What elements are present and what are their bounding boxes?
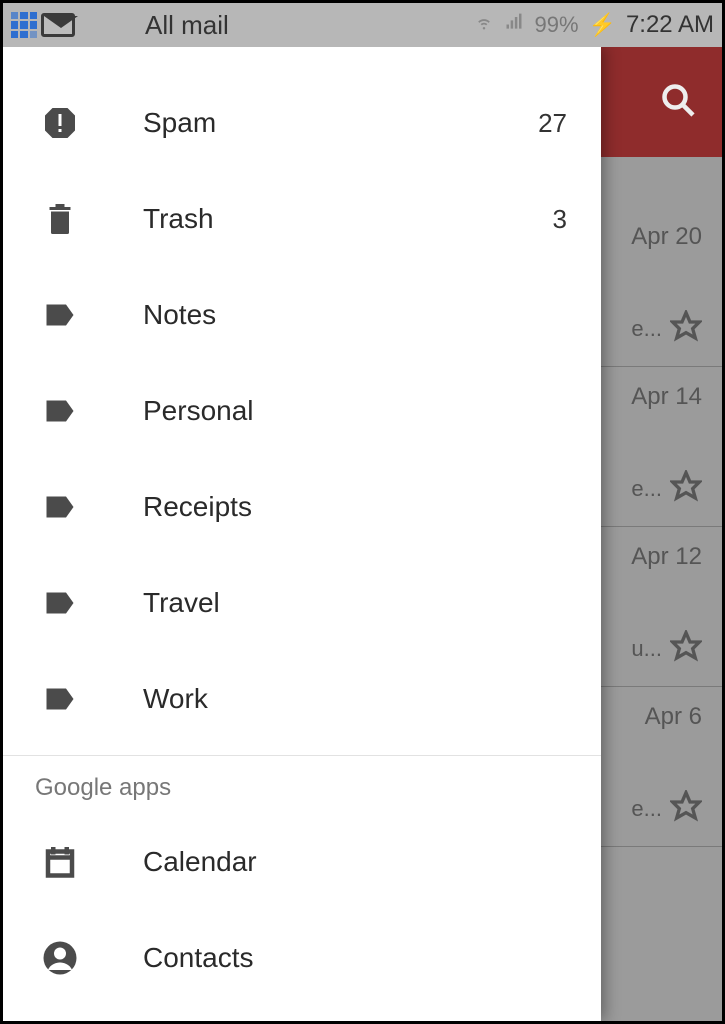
- calendar-icon: [37, 844, 83, 880]
- trash-icon: [37, 201, 83, 237]
- drawer-item-calendar[interactable]: Calendar: [3, 814, 601, 910]
- drawer-item-label: Contacts: [143, 942, 567, 974]
- spam-icon: [37, 105, 83, 141]
- clock-text: 7:22 AM: [626, 11, 714, 39]
- drawer-item-label: Trash: [143, 203, 533, 235]
- drawer-item-label: Personal: [143, 395, 533, 427]
- signal-icon: [504, 12, 524, 38]
- status-bar: All mail 99% ⚡ 7:22 AM: [3, 3, 722, 47]
- drawer-item-personal[interactable]: Personal: [3, 363, 601, 459]
- drawer-item-travel[interactable]: Travel: [3, 555, 601, 651]
- wifi-icon: [474, 12, 494, 38]
- drawer-item-label: Travel: [143, 587, 533, 619]
- label-icon: [37, 297, 83, 333]
- drawer-item-contacts[interactable]: Contacts: [3, 910, 601, 1006]
- drawer-item-trash[interactable]: Trash 3: [3, 171, 601, 267]
- status-bar-title: All mail: [145, 10, 229, 41]
- label-icon: [37, 489, 83, 525]
- star-icon[interactable]: [670, 470, 702, 508]
- drawer-item-label: Calendar: [143, 846, 567, 878]
- drawer-item-notes[interactable]: Notes: [3, 267, 601, 363]
- drawer-item-label: Work: [143, 683, 533, 715]
- mail-snippet: e...: [631, 476, 662, 502]
- mail-date: Apr 6: [645, 703, 702, 731]
- mail-date: Apr 14: [631, 383, 702, 411]
- drawer-item-receipts[interactable]: Receipts: [3, 459, 601, 555]
- drawer-item-count: 3: [533, 204, 567, 235]
- mail-snippet: u...: [631, 636, 662, 662]
- search-icon[interactable]: [660, 82, 696, 123]
- label-icon: [37, 393, 83, 429]
- mail-icon: [41, 13, 75, 37]
- battery-text: 99%: [534, 12, 578, 38]
- star-icon[interactable]: [670, 790, 702, 828]
- drawer-item-spam[interactable]: Spam 27: [3, 75, 601, 171]
- drawer-section-header: Google apps: [3, 755, 601, 814]
- label-icon: [37, 681, 83, 717]
- drawer-item-count: 27: [533, 108, 567, 139]
- mail-snippet: e...: [631, 316, 662, 342]
- star-icon[interactable]: [670, 630, 702, 668]
- mail-date: Apr 12: [631, 543, 702, 571]
- contacts-icon: [37, 940, 83, 976]
- mail-snippet: e...: [631, 796, 662, 822]
- mail-date: Apr 20: [631, 223, 702, 251]
- drawer-item-label: Receipts: [143, 491, 533, 523]
- drawer-item-label: Notes: [143, 299, 533, 331]
- drawer-item-label: Spam: [143, 107, 533, 139]
- charge-icon: ⚡: [589, 12, 616, 38]
- star-icon[interactable]: [670, 310, 702, 348]
- apps-grid-icon: [11, 12, 37, 38]
- label-icon: [37, 585, 83, 621]
- drawer-item-work[interactable]: Work: [3, 651, 601, 747]
- navigation-drawer: Spam 27 Trash 3 Notes Personal Receipts: [3, 47, 601, 1021]
